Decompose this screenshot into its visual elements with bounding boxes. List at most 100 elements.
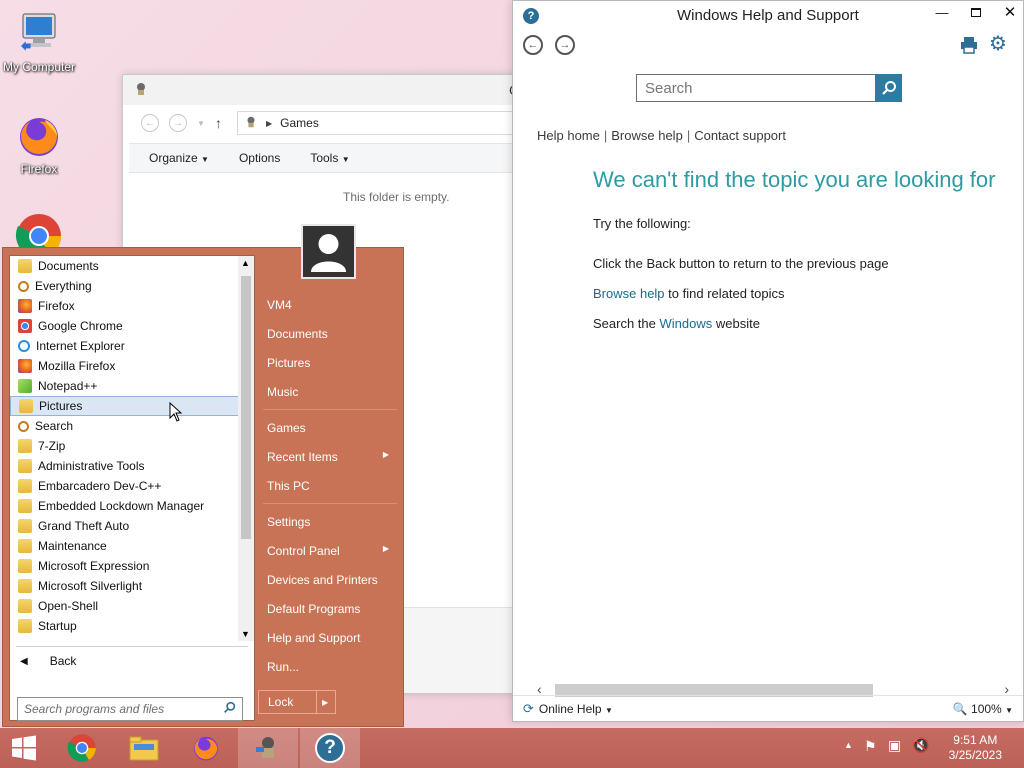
start-item-documents[interactable]: Documents <box>267 327 397 341</box>
start-item-settings[interactable]: Settings <box>267 515 397 529</box>
start-item-control-panel[interactable]: Control Panel ▶ <box>267 544 397 558</box>
divider <box>263 409 397 410</box>
programs-scrollbar[interactable]: ▲ ▼ <box>238 256 254 641</box>
start-item-recent-items[interactable]: Recent Items ▶ <box>267 450 397 464</box>
program-item[interactable]: Everything <box>10 276 240 296</box>
tools-button[interactable]: Tools ▼ <box>310 151 349 165</box>
taskbar-firefox[interactable] <box>176 728 236 768</box>
taskbar-file-explorer[interactable] <box>114 728 174 768</box>
minimize-button[interactable]: — <box>925 1 959 23</box>
start-button[interactable] <box>0 728 48 768</box>
search-icon <box>18 420 29 432</box>
program-item[interactable]: Administrative Tools <box>10 456 240 476</box>
scroll-up-icon[interactable]: ▲ <box>241 258 250 268</box>
maximize-button[interactable] <box>959 1 993 23</box>
taskbar-chrome[interactable] <box>52 728 112 768</box>
show-hidden-icons[interactable]: ▲ <box>844 740 853 750</box>
start-menu[interactable]: Documents Everything Firefox Google Chrome I… <box>2 224 404 727</box>
options-button[interactable]: Options <box>239 151 280 165</box>
user-avatar[interactable] <box>301 224 356 279</box>
program-label: Documents <box>38 259 99 273</box>
games-icon <box>133 81 149 100</box>
flag-icon[interactable]: ⚑ <box>864 738 877 755</box>
program-item[interactable]: Firefox <box>10 296 240 316</box>
help-home-link[interactable]: Help home <box>537 128 600 143</box>
divider <box>263 503 397 504</box>
explorer-titlebar[interactable]: Ga <box>123 75 528 105</box>
desktop-icon-my-computer[interactable]: My Computer <box>0 10 78 74</box>
start-item-pictures[interactable]: Pictures <box>267 356 397 370</box>
command-bar: Organize ▼ Options Tools ▼ <box>129 143 521 173</box>
program-item[interactable]: Google Chrome <box>10 316 240 336</box>
program-item[interactable]: Startup <box>10 616 240 636</box>
contact-support-link[interactable]: Contact support <box>694 128 786 143</box>
internet-explorer-icon <box>18 340 30 352</box>
browse-help-link[interactable]: Browse help <box>611 128 683 143</box>
program-label: Everything <box>35 279 92 293</box>
browse-help-inline-link[interactable]: Browse help <box>593 286 665 301</box>
volume-muted-icon[interactable]: 🔇 <box>912 737 929 754</box>
chevron-right-icon: ▶ <box>382 544 389 553</box>
gear-icon[interactable]: ⚙ <box>989 34 1007 54</box>
program-item[interactable]: Embarcadero Dev-C++ <box>10 476 240 496</box>
help-window[interactable]: ? Windows Help and Support — ✕ ← → ⚙ Sea… <box>512 0 1024 722</box>
program-item[interactable]: Internet Explorer <box>10 336 240 356</box>
print-icon[interactable] <box>959 35 979 58</box>
program-item[interactable]: Microsoft Silverlight <box>10 576 240 596</box>
program-item[interactable]: Documents <box>10 256 240 276</box>
back-arrow-icon[interactable]: ← <box>523 35 543 55</box>
start-search-input[interactable]: Search programs and files <box>17 697 243 721</box>
clock[interactable]: 9:51 AM 3/25/2023 <box>949 733 1002 763</box>
start-item-user[interactable]: VM4 <box>267 298 397 312</box>
taskbar-help[interactable]: ? <box>300 728 360 768</box>
program-item[interactable]: Microsoft Expression <box>10 556 240 576</box>
program-item[interactable]: Notepad++ <box>10 376 240 396</box>
notepad-icon <box>18 379 32 393</box>
zoom-control[interactable]: 🔍 100% ▼ <box>953 702 1013 716</box>
program-item[interactable]: Mozilla Firefox <box>10 356 240 376</box>
help-titlebar[interactable]: ? Windows Help and Support — ✕ <box>513 1 1023 31</box>
taskbar-games[interactable] <box>238 728 298 768</box>
start-item-default-programs[interactable]: Default Programs <box>267 602 397 616</box>
desktop-icon-firefox[interactable]: Firefox <box>0 112 78 176</box>
address-bar[interactable]: ▶ Games <box>237 111 521 135</box>
program-item[interactable]: Maintenance <box>10 536 240 556</box>
address-text: Games <box>280 116 319 130</box>
recent-dropdown-icon[interactable]: ▼ <box>197 119 205 128</box>
start-item-devices-printers[interactable]: Devices and Printers <box>267 573 397 587</box>
program-item[interactable]: Embedded Lockdown Manager <box>10 496 240 516</box>
folder-icon <box>18 459 32 473</box>
folder-icon <box>18 259 32 273</box>
search-instruction: Search the Windows website <box>593 316 760 331</box>
lock-options-arrow[interactable]: ▶ <box>316 691 328 713</box>
network-icon[interactable]: ▣ <box>888 737 901 754</box>
online-help-dropdown[interactable]: Online Help ▼ <box>539 702 613 716</box>
start-item-music[interactable]: Music <box>267 385 397 399</box>
scroll-down-icon[interactable]: ▼ <box>241 629 250 639</box>
back-button[interactable]: ◀ Back <box>20 654 76 668</box>
back-arrow-icon[interactable]: ← <box>141 114 159 132</box>
help-statusbar: ⟳ Online Help ▼ 🔍 100% ▼ <box>513 695 1023 721</box>
chevron-right-icon: ▶ <box>382 450 389 459</box>
search-button[interactable] <box>875 74 902 102</box>
program-item[interactable]: 7-Zip <box>10 436 240 456</box>
start-item-this-pc[interactable]: This PC <box>267 479 397 493</box>
lock-button[interactable]: Lock ▶ <box>258 690 336 714</box>
start-item-games[interactable]: Games <box>267 421 397 435</box>
scrollbar-thumb[interactable] <box>241 276 251 539</box>
program-item[interactable]: Pictures <box>10 396 240 416</box>
forward-arrow-icon[interactable]: → <box>169 114 187 132</box>
organize-button[interactable]: Organize ▼ <box>149 151 209 165</box>
try-text: Try the following: <box>593 216 691 231</box>
start-item-run[interactable]: Run... <box>267 660 397 674</box>
forward-arrow-icon[interactable]: → <box>555 35 575 55</box>
program-item[interactable]: Grand Theft Auto <box>10 516 240 536</box>
start-item-help-support[interactable]: Help and Support <box>267 631 397 645</box>
program-item[interactable]: Search <box>10 416 240 436</box>
program-item[interactable]: Open-Shell <box>10 596 240 616</box>
folder-icon <box>18 519 32 533</box>
windows-website-link[interactable]: Windows <box>660 316 713 331</box>
up-arrow-icon[interactable]: ↑ <box>215 115 222 131</box>
close-button[interactable]: ✕ <box>993 1 1024 23</box>
help-search-input[interactable]: Search <box>636 74 876 102</box>
